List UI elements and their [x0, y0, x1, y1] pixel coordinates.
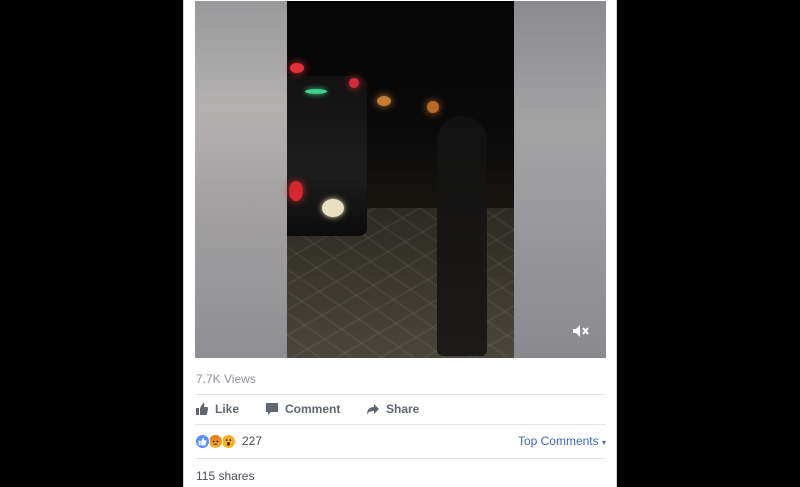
share-button[interactable]: Share — [366, 402, 419, 416]
mute-icon[interactable] — [572, 324, 590, 341]
video-blur-left — [195, 1, 287, 358]
like-label: Like — [215, 402, 240, 416]
like-icon[interactable] — [195, 434, 210, 449]
share-icon — [367, 404, 379, 415]
divider — [195, 458, 606, 459]
comment-button[interactable]: Comment — [265, 402, 340, 416]
divider — [195, 424, 606, 425]
tail-light — [289, 181, 303, 201]
angry-icon[interactable] — [208, 434, 223, 449]
view-count: 7.7K Views — [196, 372, 256, 386]
thumbs-up-icon — [196, 403, 208, 415]
red-light — [290, 63, 304, 73]
top-comments-label: Top Comments — [517, 434, 599, 448]
like-button[interactable]: Like — [195, 402, 239, 416]
green-light — [305, 89, 327, 94]
window-light — [427, 101, 439, 113]
video-blur-right — [514, 1, 606, 358]
window-light — [377, 96, 391, 106]
video-player[interactable] — [195, 1, 606, 358]
shares-count[interactable]: 115 shares — [196, 469, 254, 483]
divider — [195, 394, 606, 395]
caret-down-icon: ▾ — [601, 438, 606, 447]
comment-icon — [266, 403, 278, 415]
red-light — [349, 78, 359, 88]
action-bar: Like Comment Share — [195, 397, 606, 423]
video-frame — [287, 1, 514, 358]
comment-label: Comment — [285, 402, 341, 416]
reaction-count[interactable]: 227 — [242, 434, 262, 448]
person-silhouette — [437, 116, 487, 356]
reactions-summary: 227 Top Comments ▾ — [195, 430, 606, 454]
top-comments-dropdown[interactable]: Top Comments ▾ — [518, 434, 606, 448]
share-label: Share — [386, 402, 420, 416]
video-post-card: 7.7K Views Like Comment Share 227 Top Co… — [183, 0, 617, 487]
wow-icon[interactable] — [221, 434, 236, 449]
plate-light — [322, 199, 344, 217]
